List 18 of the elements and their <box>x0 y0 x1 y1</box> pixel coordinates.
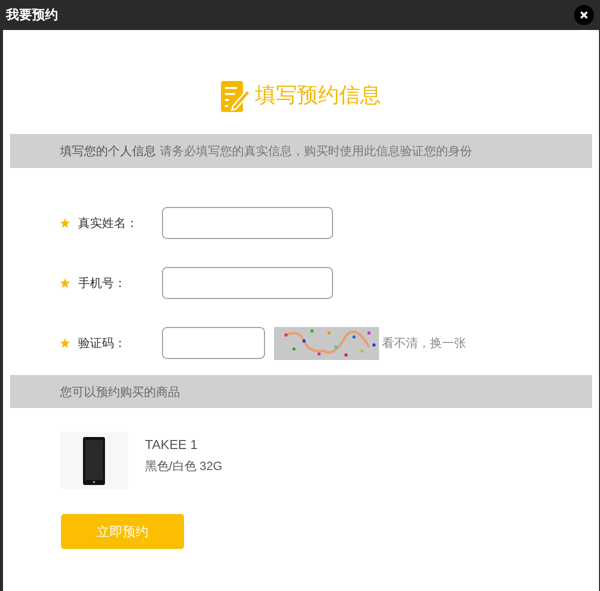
field-label: 验证码： <box>78 335 127 352</box>
window-title: 我要预约 <box>6 6 58 24</box>
info-bar-title: 填写您的个人信息 <box>60 143 156 160</box>
form-heading: 填写预约信息 <box>255 83 381 110</box>
text-input[interactable] <box>162 267 333 299</box>
product-name: TAKEE 1 <box>145 436 199 454</box>
products-bar-title: 您可以预约购买的商品 <box>60 384 180 400</box>
text-input[interactable] <box>162 207 333 239</box>
field-label: 手机号： <box>78 275 127 292</box>
captcha-input[interactable] <box>162 327 265 359</box>
phone-icon <box>83 436 105 484</box>
refresh-captcha-link[interactable]: 看不清，换一张 <box>382 334 466 352</box>
form-edit-icon <box>221 80 251 112</box>
close-icon <box>580 11 588 19</box>
info-bar-hint: 请务必填写您的真实信息，购买时使用此信息验证您的身份 <box>160 143 472 160</box>
close-button[interactable] <box>574 5 594 25</box>
field-label: 真实姓名： <box>78 215 139 232</box>
product-spec: 黑色/白色 32G <box>145 458 222 474</box>
